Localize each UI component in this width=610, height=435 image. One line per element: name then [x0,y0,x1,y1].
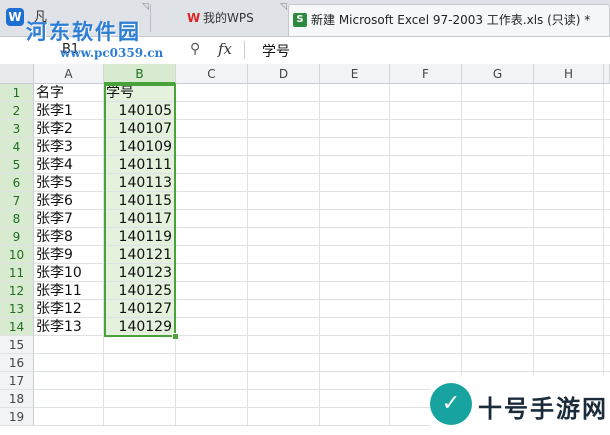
tab-file-title: 新建 Microsoft Excel 97-2003 工作表.xls (只读) … [311,13,591,27]
fx-icon[interactable]: fx [218,40,232,58]
grid-line-vertical [319,84,320,426]
row-header[interactable]: 7 [0,192,34,210]
grid-line-horizontal [34,353,610,354]
cell-name[interactable]: 张李12 [34,300,104,318]
grid-line-horizontal [34,371,610,372]
column-header-h[interactable]: H [534,64,604,84]
row-header[interactable]: 14 [0,318,34,336]
column-header-c[interactable]: C [176,64,248,84]
grid-line-vertical [389,84,390,426]
row-header[interactable]: 13 [0,300,34,318]
cell-header-name[interactable]: 名字 [34,84,104,102]
row-header[interactable]: 10 [0,246,34,264]
row-header[interactable]: 5 [0,156,34,174]
cell-name[interactable]: 张李2 [34,120,104,138]
cell-name[interactable]: 张李3 [34,138,104,156]
row-header[interactable]: 11 [0,264,34,282]
zoom-search-icon[interactable]: ⚲ [190,41,200,57]
column-header-a[interactable]: A [34,64,104,84]
cell-name[interactable]: 张李11 [34,282,104,300]
row-header[interactable]: 9 [0,228,34,246]
watermark-site-name: 河东软件园 [26,19,141,44]
brand-watermark: ✓ 十号手游网 [430,375,610,435]
tab-my-wps-label: 我的WPS [203,11,254,25]
row-header[interactable]: 4 [0,138,34,156]
brand-logo-icon: ✓ [430,383,472,425]
row-header[interactable]: 18 [0,390,34,408]
row-header[interactable]: 15 [0,336,34,354]
column-header-e[interactable]: E [320,64,390,84]
tab-corner-icon: ◹ [280,2,287,12]
column-header-f[interactable]: F [390,64,462,84]
cell-name[interactable]: 张李6 [34,192,104,210]
grid-line-vertical [247,84,248,426]
tab-corner-icon: ◹ [142,2,149,12]
formula-input[interactable]: 学号 [262,41,290,61]
cell-name[interactable]: 张李10 [34,264,104,282]
fill-handle[interactable] [172,333,179,340]
cell-name[interactable]: 张李5 [34,174,104,192]
brand-name: 十号手游网 [478,395,608,423]
cell-name[interactable]: 张李9 [34,246,104,264]
row-header[interactable]: 3 [0,120,34,138]
cell-name[interactable]: 张李7 [34,210,104,228]
excel-file-icon: S [293,13,307,27]
column-header-d[interactable]: D [248,64,320,84]
row-header[interactable]: 16 [0,354,34,372]
tab-spreadsheet-file[interactable]: S 新建 Microsoft Excel 97-2003 工作表.xls (只读… [288,4,610,36]
column-header-filler [604,64,610,84]
row-header[interactable]: 19 [0,408,34,426]
formula-divider [244,41,245,59]
selection-border [104,84,176,337]
row-header[interactable]: 12 [0,282,34,300]
column-header-g[interactable]: G [462,64,534,84]
wps-logo-icon[interactable]: W [6,8,24,26]
row-header[interactable]: 6 [0,174,34,192]
column-header-b[interactable]: B [104,64,176,84]
tab-divider [150,4,151,32]
row-header[interactable]: 2 [0,102,34,120]
row-header[interactable]: 8 [0,210,34,228]
row-header[interactable]: 1 [0,84,34,102]
cell-name[interactable]: 张李4 [34,156,104,174]
watermark-site-url: www.pc0359.cn [60,46,164,60]
cell-name[interactable]: 张李13 [34,318,104,336]
tab-my-wps[interactable]: W 我的WPS [185,6,254,30]
my-wps-icon: W [187,11,201,25]
cell-name[interactable]: 张李8 [34,228,104,246]
row-header[interactable]: 17 [0,372,34,390]
cell-name[interactable]: 张李1 [34,102,104,120]
select-all-corner[interactable] [0,64,34,84]
